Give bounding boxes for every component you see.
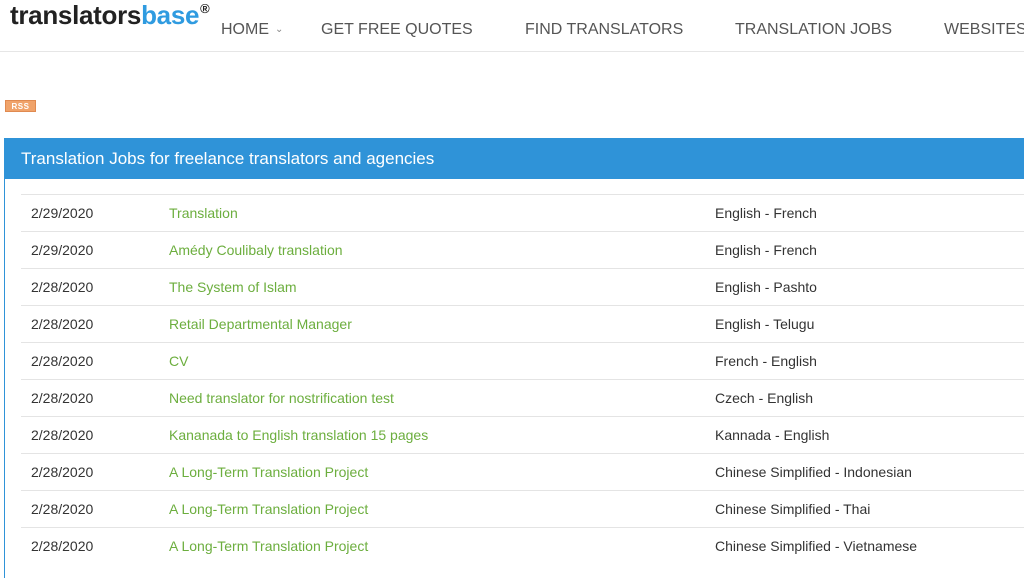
job-date: 2/28/2020 xyxy=(31,353,94,369)
job-row: 2/28/2020 CV French - English xyxy=(21,342,1024,379)
nav-item-label: HOME xyxy=(221,21,269,38)
chevron-down-icon: ⌄ xyxy=(275,24,284,35)
nav-item-websites[interactable]: WEBSITES xyxy=(944,18,1024,42)
job-language-pair: English - French xyxy=(715,205,817,221)
job-row: 2/28/2020 A Long-Term Translation Project… xyxy=(21,527,1024,564)
job-title-link[interactable]: The System of Islam xyxy=(169,269,297,305)
job-row: 2/28/2020 A Long-Term Translation Project… xyxy=(21,490,1024,527)
job-date: 2/28/2020 xyxy=(31,427,94,443)
nav-item-translation-jobs[interactable]: TRANSLATION JOBS xyxy=(735,18,892,42)
jobs-list: 2/29/2020 Translation English - French 2/29… xyxy=(21,194,1024,564)
logo-text-translators: translators xyxy=(10,0,142,30)
job-title-link[interactable]: CV xyxy=(169,343,188,379)
site-header: translatorsbase® HOME ⌄ GET FREE QUOTES F… xyxy=(0,0,1024,52)
job-date: 2/29/2020 xyxy=(31,242,94,258)
job-date: 2/28/2020 xyxy=(31,390,94,406)
job-language-pair: Chinese Simplified - Indonesian xyxy=(715,464,912,480)
job-row: 2/28/2020 Need translator for nostrificat… xyxy=(21,379,1024,416)
job-language-pair: Chinese Simplified - Thai xyxy=(715,501,871,517)
job-date: 2/28/2020 xyxy=(31,538,94,554)
job-row: 2/28/2020 A Long-Term Translation Project… xyxy=(21,453,1024,490)
job-language-pair: English - Pashto xyxy=(715,279,817,295)
logo-text-base: base xyxy=(141,0,200,30)
job-date: 2/28/2020 xyxy=(31,316,94,332)
job-date: 2/29/2020 xyxy=(31,205,94,221)
job-language-pair: Chinese Simplified - Vietnamese xyxy=(715,538,918,554)
job-title-link[interactable]: Translation xyxy=(169,195,238,231)
job-date: 2/28/2020 xyxy=(31,279,94,295)
job-language-pair: Czech - English xyxy=(715,390,814,406)
job-language-pair: Kannada - English xyxy=(715,427,830,443)
rss-feed-button[interactable]: RSS xyxy=(5,100,36,112)
job-row: 2/28/2020 Kananada to English translation… xyxy=(21,416,1024,453)
nav-item-home[interactable]: HOME ⌄ xyxy=(221,18,283,44)
logo-registered-mark: ® xyxy=(200,1,210,16)
job-date: 2/28/2020 xyxy=(31,501,94,517)
job-row: 2/28/2020 Retail Departmental Manager Engl… xyxy=(21,305,1024,342)
job-row: 2/29/2020 Amédy Coulibaly translation Engl… xyxy=(21,231,1024,268)
nav-item-find-translators[interactable]: FIND TRANSLATORS xyxy=(525,18,683,42)
job-title-link[interactable]: Kananada to English translation 15 pages xyxy=(169,417,428,453)
panel-title: Translation Jobs for freelance translato… xyxy=(5,138,1024,179)
job-row: 2/29/2020 Translation English - French xyxy=(21,194,1024,231)
site-logo[interactable]: translatorsbase® xyxy=(10,0,210,35)
job-title-link[interactable]: A Long-Term Translation Project xyxy=(169,491,368,527)
nav-item-get-free-quotes[interactable]: GET FREE QUOTES xyxy=(321,18,473,42)
job-language-pair: French - English xyxy=(715,353,817,369)
job-language-pair: English - French xyxy=(715,242,817,258)
job-title-link[interactable]: Need translator for nostrification test xyxy=(169,380,394,416)
job-title-link[interactable]: A Long-Term Translation Project xyxy=(169,528,368,564)
jobs-panel: Translation Jobs for freelance translato… xyxy=(4,138,1024,578)
job-title-link[interactable]: Amédy Coulibaly translation xyxy=(169,232,343,268)
job-title-link[interactable]: Retail Departmental Manager xyxy=(169,306,352,342)
job-date: 2/28/2020 xyxy=(31,464,94,480)
job-row: 2/28/2020 The System of Islam English - Pa… xyxy=(21,268,1024,305)
job-title-link[interactable]: A Long-Term Translation Project xyxy=(169,454,368,490)
job-language-pair: English - Telugu xyxy=(715,316,815,332)
